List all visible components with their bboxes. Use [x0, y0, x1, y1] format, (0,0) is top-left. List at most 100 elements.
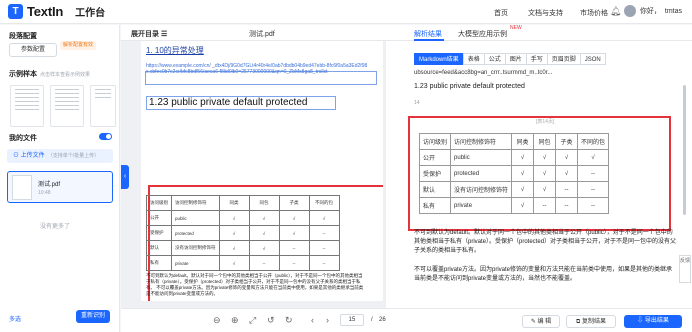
- logo-mark: T: [8, 4, 23, 19]
- page-table-row: 受保护 protected √ √ √ --: [146, 225, 340, 241]
- multi-select-link[interactable]: 多选: [9, 314, 21, 323]
- page-table-cell: --: [308, 240, 340, 256]
- result-table-cell: --: [555, 197, 579, 214]
- result-subtabs: Markdown结果 表格 公式 图片 手写 页眉页脚 JSON: [414, 53, 606, 65]
- page-separator: /: [371, 317, 373, 323]
- result-table-cell: 私有: [418, 197, 452, 214]
- result-table-cell: 没有访问控制修饰符: [450, 181, 513, 198]
- result-table-cell: 受保护: [418, 165, 452, 182]
- result-panel: 解析结果 大模型应用示例 NEW Markdown结果 表格 公式 图片 手写 …: [386, 25, 692, 332]
- upload-icon: ⊙: [13, 153, 21, 159]
- tab-parse-result[interactable]: 解析结果: [414, 29, 442, 39]
- prev-page-icon[interactable]: ‹: [311, 315, 314, 325]
- page-number-input[interactable]: 15: [340, 314, 364, 326]
- result-table-cell: --: [577, 181, 610, 198]
- result-table-cell: 公开: [418, 149, 452, 166]
- page-paragraph: 不可到默认为default。默认对于同一个包中的其他类相当于公开（public）…: [146, 273, 366, 297]
- zoom-in-icon[interactable]: ⊕: [231, 315, 239, 326]
- subtab-formula[interactable]: 公式: [483, 53, 506, 65]
- result-caption: [表14页]: [536, 119, 555, 125]
- avatar[interactable]: [623, 5, 636, 17]
- empty-note: 没有更多了: [40, 224, 71, 230]
- new-badge: NEW: [510, 25, 522, 31]
- page-table-header-cell: 子类: [278, 195, 310, 211]
- result-table-header-cell: 同类: [511, 133, 535, 150]
- result-table-cell: 默认: [418, 181, 452, 198]
- feedback-button[interactable]: 反馈: [679, 255, 691, 283]
- tab-llm-demo[interactable]: 大模型应用示例: [458, 29, 507, 39]
- toc-toggle[interactable]: 展开目录 ☰: [131, 29, 167, 39]
- page-table-cell: --: [248, 255, 280, 271]
- edit-button[interactable]: ✎ 编 辑: [522, 315, 560, 328]
- result-table-header-row: 访问级别 访问控制修饰符 同类 同包 子类 不同的包: [418, 133, 610, 150]
- nav-docs[interactable]: 文档与支持: [528, 8, 563, 18]
- page-table-cell: public: [171, 210, 220, 226]
- sample-thumb-1[interactable]: [10, 85, 44, 127]
- result-table-row: 公开 public √ √ √ √: [418, 149, 610, 166]
- result-table-row: 默认 没有访问控制修饰符 √ √ -- --: [418, 181, 610, 198]
- section-params-title: 段落配置: [9, 33, 37, 40]
- param-tag: 解析配置有效: [60, 41, 97, 50]
- page-table-header-cell: 同类: [218, 195, 250, 211]
- upload-button[interactable]: ⊙ 上传文件 （支持单个/批量上传）: [7, 149, 113, 163]
- rotate-right-icon[interactable]: ↻: [285, 315, 293, 326]
- fit-icon[interactable]: ⤢: [249, 315, 256, 326]
- result-tabs: 解析结果 大模型应用示例 NEW: [386, 25, 692, 41]
- edit-label: 编 辑: [537, 319, 552, 325]
- subtab-handwriting[interactable]: 手写: [525, 53, 548, 65]
- page-h3: 1.23 public private default protected: [146, 96, 336, 110]
- page-link[interactable]: https://www.example.com/cn/ _dtx4Dj/9G0d…: [146, 63, 368, 75]
- page-table-cell: 默认: [146, 240, 172, 256]
- page-table-cell: √: [218, 225, 250, 241]
- files-toggle[interactable]: [99, 133, 112, 140]
- file-name: 测试.pdf: [38, 182, 61, 188]
- page-table-header-row: 访问级别 访问控制修饰符 同类 同包 子类 不同的包: [146, 195, 340, 211]
- result-table-cell: √: [555, 149, 579, 166]
- result-table-header-cell: 访问控制修饰符: [450, 133, 513, 150]
- preview-file-name: 测试.pdf: [249, 31, 275, 38]
- page-table-cell: √: [308, 210, 340, 226]
- param-config-button[interactable]: 参数配置: [9, 43, 57, 57]
- file-card[interactable]: 测试.pdf 10:48: [7, 171, 113, 203]
- result-small: 14: [414, 100, 420, 106]
- page-table-cell: √: [248, 225, 280, 241]
- result-h3: 1.23 public private default protected: [414, 83, 525, 90]
- nav-pricing[interactable]: 市场价格: [580, 8, 608, 18]
- zoom-out-icon[interactable]: ⊖: [213, 315, 221, 326]
- page-table-cell: --: [278, 240, 310, 256]
- export-icon: ⇩: [637, 318, 645, 324]
- page-table-cell: √: [218, 255, 250, 271]
- result-table-cell: √: [533, 165, 557, 182]
- subtab-table[interactable]: 表格: [462, 53, 485, 65]
- bell-icon[interactable]: 🔔︎: [610, 6, 621, 16]
- page-table-cell: protected: [171, 225, 220, 241]
- logo[interactable]: T TextIn 工作台: [8, 4, 105, 19]
- page-table-cell: --: [308, 255, 340, 271]
- subtab-image[interactable]: 图片: [504, 53, 527, 65]
- subtab-json[interactable]: JSON: [579, 53, 606, 65]
- collapse-left-button[interactable]: ‹: [121, 165, 129, 189]
- subtab-markdown[interactable]: Markdown结果: [414, 53, 464, 65]
- file-thumbnail: [12, 175, 32, 200]
- export-result-button[interactable]: ⇩ 导出结果: [624, 315, 682, 328]
- section-samples-title: 示例样本: [9, 71, 37, 78]
- copy-result-button[interactable]: ⧉ 复制结果: [566, 315, 616, 328]
- page-table-cell: --: [278, 255, 310, 271]
- reparse-button[interactable]: 重新识别: [76, 310, 110, 323]
- file-time: 10:48: [38, 190, 51, 196]
- result-table-cell: --: [577, 165, 610, 182]
- sample-thumb-3[interactable]: [90, 85, 116, 127]
- nav-home[interactable]: 首页: [494, 8, 508, 18]
- result-table-header-cell: 同包: [533, 133, 557, 150]
- rotate-left-icon[interactable]: ↺: [267, 315, 275, 326]
- result-scrollbar[interactable]: [683, 85, 686, 215]
- page-table-cell: 公开: [146, 210, 172, 226]
- subtab-header-footer[interactable]: 页眉页脚: [546, 53, 581, 65]
- page-table-cell: 受保护: [146, 225, 172, 241]
- greeting: 你好，: [639, 8, 661, 15]
- preview-toolbar: ⊖ ⊕ ⤢ ↺ ↻ ‹ › 15 / 26: [121, 308, 386, 332]
- sample-thumb-2[interactable]: [50, 85, 84, 127]
- next-page-icon[interactable]: ›: [326, 315, 329, 325]
- result-table-cell: √: [533, 149, 557, 166]
- user-menu[interactable]: 🔔︎ 你好， tmtas: [610, 5, 682, 17]
